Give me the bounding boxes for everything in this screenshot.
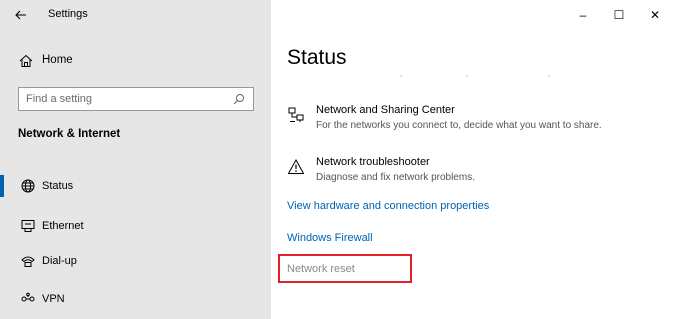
search-icon[interactable] (233, 93, 245, 105)
row-title: Network and Sharing Center (316, 104, 455, 116)
row-description: For the networks you connect to, decide … (316, 120, 602, 131)
sidebar-item-status[interactable]: Status (0, 171, 271, 201)
title-bar: Settings (0, 0, 271, 30)
ethernet-icon (21, 220, 35, 232)
sidebar: Settings Home Network & Internet Status … (0, 0, 271, 319)
section-header: Network & Internet (18, 128, 121, 140)
window-controls: – ☐ ✕ (565, 0, 673, 30)
search-input[interactable] (19, 88, 229, 110)
row-description: Diagnose and fix network problems. (316, 172, 475, 183)
network-reset-link[interactable]: Network reset (287, 263, 355, 275)
network-sharing-center-row[interactable]: Network and Sharing Center For the netwo… (287, 104, 667, 138)
sidebar-item-label: Status (42, 180, 74, 192)
sidebar-item-label: VPN (42, 293, 65, 305)
windows-firewall-link[interactable]: Windows Firewall (287, 232, 373, 244)
network-sharing-icon (288, 107, 304, 122)
back-arrow-icon (15, 10, 26, 20)
sidebar-item-label: Home (42, 54, 73, 66)
main-content: – ☐ ✕ Status Network and Sharing Center … (271, 0, 673, 319)
network-troubleshooter-row[interactable]: Network troubleshooter Diagnose and fix … (287, 156, 667, 190)
vpn-icon (21, 292, 35, 302)
search-box[interactable] (18, 87, 254, 111)
dialup-icon (21, 256, 35, 267)
row-title: Network troubleshooter (316, 156, 430, 168)
sidebar-item-home[interactable]: Home (0, 48, 271, 74)
sidebar-item-label: Ethernet (42, 220, 84, 232)
selection-indicator (0, 175, 4, 197)
sidebar-item-label: Dial-up (42, 255, 77, 267)
warning-icon (287, 158, 305, 174)
page-title: Status (287, 46, 347, 69)
sidebar-item-ethernet[interactable]: Ethernet (0, 211, 271, 241)
close-icon: ✕ (649, 8, 661, 22)
minimize-button[interactable]: – (565, 0, 601, 30)
maximize-button[interactable]: ☐ (601, 0, 637, 30)
scrolled-content-remnant (400, 75, 550, 77)
maximize-icon: ☐ (613, 8, 625, 22)
minimize-icon: – (579, 8, 587, 22)
sidebar-item-vpn[interactable]: VPN (0, 284, 271, 314)
back-button[interactable] (10, 5, 32, 25)
sidebar-item-dialup[interactable]: Dial-up (0, 246, 271, 276)
view-hardware-link[interactable]: View hardware and connection properties (287, 200, 489, 212)
globe-icon (21, 179, 35, 193)
close-button[interactable]: ✕ (637, 0, 673, 30)
app-title: Settings (48, 8, 88, 20)
home-icon (19, 54, 33, 67)
